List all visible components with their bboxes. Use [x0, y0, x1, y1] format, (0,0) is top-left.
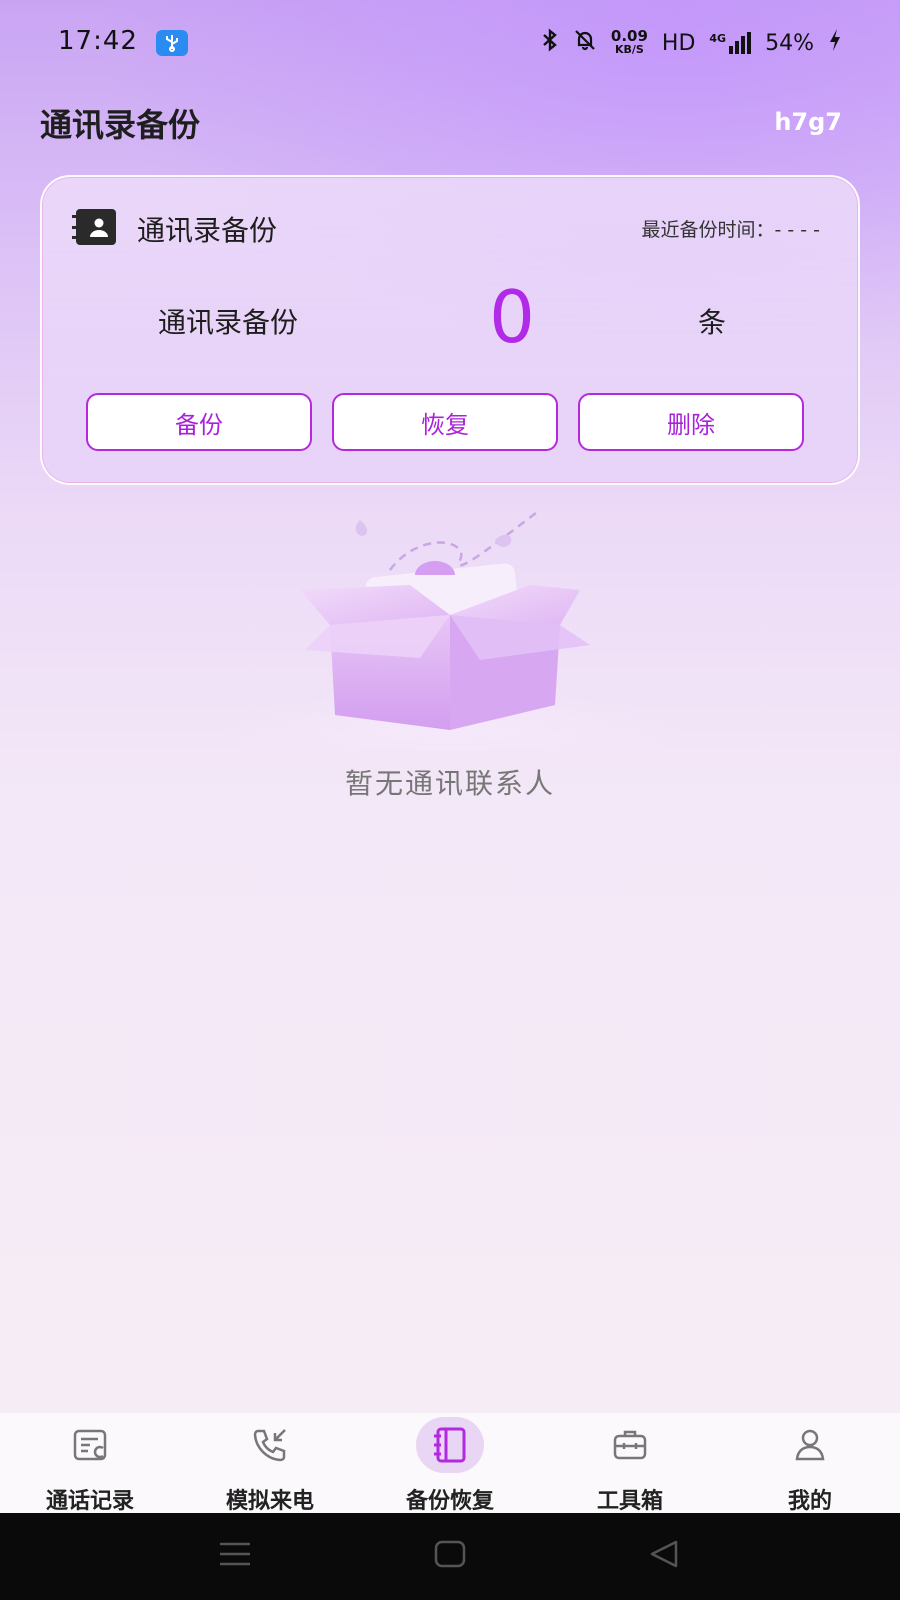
nav-item-fake-call[interactable]: 模拟来电	[180, 1413, 360, 1514]
empty-state-text: 暂无通讯联系人	[344, 767, 555, 800]
page-title: 通讯录备份	[40, 106, 201, 144]
nav-label: 工具箱	[596, 1489, 663, 1514]
status-time: 17:42	[58, 26, 138, 56]
nav-item-toolbox[interactable]: 工具箱	[540, 1413, 720, 1514]
nav-label: 通话记录	[45, 1489, 134, 1514]
nav-label: 我的	[787, 1489, 832, 1514]
call-log-icon	[73, 1429, 107, 1461]
restore-button[interactable]: 恢复	[332, 393, 558, 451]
header-user-code[interactable]: h7g7	[774, 108, 842, 136]
status-indicators: 0.09 KB/S HD 4G 54%	[541, 28, 842, 58]
signal-icon: 4G	[709, 32, 752, 54]
count-value: 0	[489, 275, 535, 359]
system-nav-bar	[0, 1513, 900, 1600]
notebook-icon	[434, 1427, 466, 1463]
nav-item-call-log[interactable]: 通话记录	[0, 1413, 180, 1514]
net-speed-unit: KB/S	[614, 43, 644, 56]
net-speed-value: 0.09	[610, 27, 648, 45]
backup-button[interactable]: 备份	[86, 393, 312, 451]
delete-button[interactable]: 删除	[578, 393, 804, 451]
card-actions: 备份 恢复 删除	[86, 393, 804, 451]
count-unit: 条	[698, 306, 727, 339]
last-backup-time: 最近备份时间：- - - -	[641, 219, 820, 241]
charging-icon	[828, 28, 842, 58]
nav-item-backup-restore[interactable]: 备份恢复	[360, 1413, 540, 1514]
empty-box-illustration	[220, 509, 680, 750]
bluetooth-icon	[541, 28, 559, 58]
status-bar: 17:42 0.09 KB/S HD 4G 54%	[0, 0, 900, 86]
toolbox-icon	[613, 1430, 647, 1460]
battery-level: 54%	[765, 30, 814, 56]
backup-card: 通讯录备份 最近备份时间：- - - - 通讯录备份 0 条 备份 恢复 删除	[40, 175, 860, 485]
hd-indicator: HD	[661, 30, 696, 56]
nav-item-mine[interactable]: 我的	[720, 1413, 900, 1514]
nav-label: 备份恢复	[405, 1489, 494, 1514]
network-type: 4G	[709, 32, 727, 45]
count-label: 通讯录备份	[158, 306, 299, 339]
bottom-nav: 通话记录 模拟来电 备份恢复 工具箱 我的	[0, 1413, 900, 1514]
contacts-book-icon	[72, 209, 116, 245]
user-icon	[795, 1429, 825, 1461]
usb-icon	[156, 30, 188, 56]
incoming-call-icon	[253, 1429, 286, 1462]
home-icon[interactable]	[434, 1539, 466, 1569]
net-speed: 0.09 KB/S	[610, 27, 648, 57]
nav-label: 模拟来电	[225, 1489, 314, 1514]
mute-bell-icon	[573, 28, 597, 58]
back-icon[interactable]	[648, 1539, 680, 1569]
menu-icon[interactable]	[218, 1539, 252, 1569]
card-title: 通讯录备份	[137, 214, 278, 247]
